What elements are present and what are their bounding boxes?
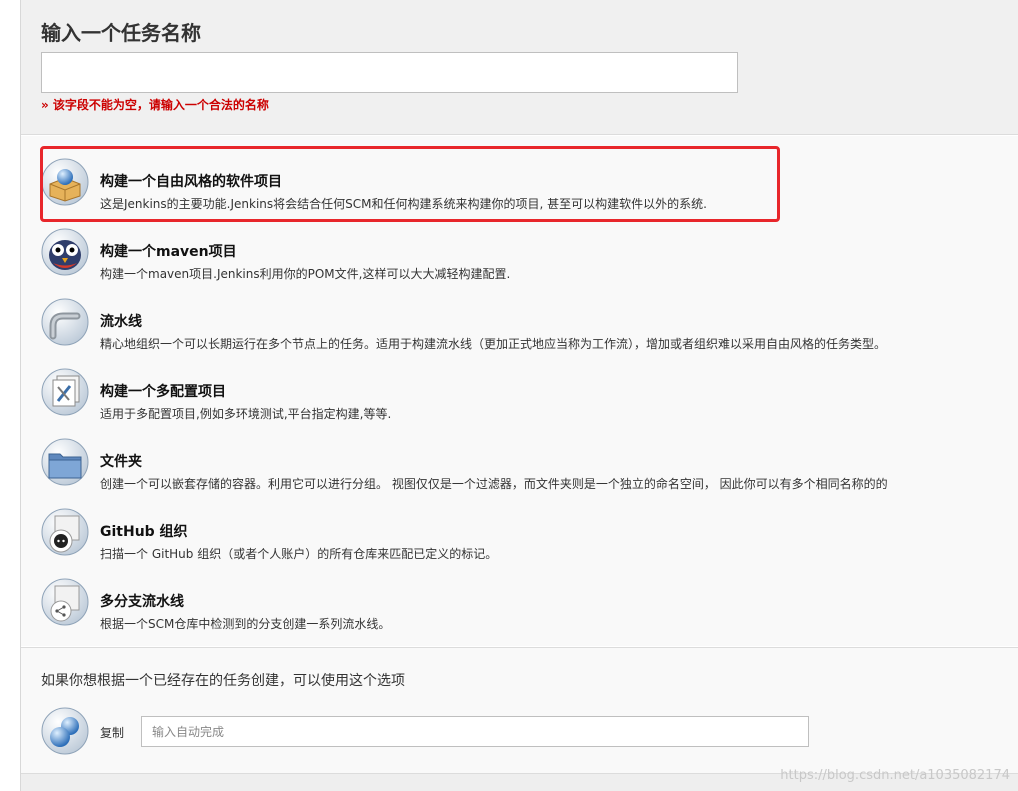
- maven-owl-icon: [41, 228, 89, 276]
- item-freestyle[interactable]: 构建一个自由风格的软件项目 这是Jenkins的主要功能.Jenkins将会结合…: [21, 148, 1018, 218]
- item-description: 根据一个SCM仓库中检测到的分支创建一系列流水线。: [100, 617, 391, 631]
- item-description: 这是Jenkins的主要功能.Jenkins将会结合任何SCM和任何构建系统来构…: [100, 197, 707, 211]
- pipeline-icon: [41, 298, 89, 346]
- copy-from-section: 如果你想根据一个已经存在的任务创建，可以使用这个选项 复制: [21, 647, 1018, 773]
- item-description: 构建一个maven项目.Jenkins利用你的POM文件,这样可以大大减轻构建配…: [100, 267, 511, 281]
- item-maven[interactable]: 构建一个maven项目 构建一个maven项目.Jenkins利用你的POM文件…: [21, 218, 1018, 288]
- item-description: 精心地组织一个可以长期运行在多个节点上的任务。适用于构建流水线（更加正式地应当称…: [100, 337, 887, 351]
- item-title: 流水线: [100, 314, 142, 330]
- copy-icon: [41, 707, 89, 755]
- multiconfig-icon: [41, 368, 89, 416]
- copy-hint: 如果你想根据一个已经存在的任务创建，可以使用这个选项: [41, 673, 405, 689]
- item-description: 创建一个可以嵌套存储的容器。利用它可以进行分组。 视图仅仅是一个过滤器，而文件夹…: [100, 477, 888, 491]
- item-type-list: 构建一个自由风格的软件项目 这是Jenkins的主要功能.Jenkins将会结合…: [21, 136, 1018, 646]
- item-github-org[interactable]: GitHub 组织 扫描一个 GitHub 组织（或者个人账户）的所有仓库来匹配…: [21, 498, 1018, 568]
- page-title: 输入一个任务名称: [41, 21, 201, 45]
- validation-error: » 该字段不能为空，请输入一个合法的名称: [41, 98, 269, 112]
- item-description: 适用于多配置项目,例如多环境测试,平台指定构建,等等.: [100, 407, 392, 421]
- copy-label: 复制: [100, 726, 125, 740]
- item-multiconfig[interactable]: 构建一个多配置项目 适用于多配置项目,例如多环境测试,平台指定构建,等等.: [21, 358, 1018, 428]
- item-multibranch[interactable]: 多分支流水线 根据一个SCM仓库中检测到的分支创建一系列流水线。: [21, 568, 1018, 638]
- item-title: GitHub 组织: [100, 524, 188, 540]
- item-title: 多分支流水线: [100, 594, 184, 610]
- copy-from-input[interactable]: [141, 716, 809, 747]
- task-name-header: 输入一个任务名称 » 该字段不能为空，请输入一个合法的名称: [21, 0, 1018, 135]
- watermark: https://blog.csdn.net/a1035082174: [780, 768, 1010, 783]
- item-folder[interactable]: 文件夹 创建一个可以嵌套存储的容器。利用它可以进行分组。 视图仅仅是一个过滤器，…: [21, 428, 1018, 498]
- multibranch-icon: [41, 578, 89, 626]
- item-title: 构建一个多配置项目: [100, 384, 226, 400]
- item-title: 文件夹: [100, 454, 142, 470]
- freestyle-box-icon: [41, 158, 89, 206]
- task-name-input[interactable]: [41, 52, 738, 93]
- item-pipeline[interactable]: 流水线 精心地组织一个可以长期运行在多个节点上的任务。适用于构建流水线（更加正式…: [21, 288, 1018, 358]
- github-icon: [41, 508, 89, 556]
- item-title: 构建一个maven项目: [100, 244, 237, 260]
- item-title: 构建一个自由风格的软件项目: [100, 174, 282, 190]
- item-description: 扫描一个 GitHub 组织（或者个人账户）的所有仓库来匹配已定义的标记。: [100, 547, 498, 561]
- folder-icon: [41, 438, 89, 486]
